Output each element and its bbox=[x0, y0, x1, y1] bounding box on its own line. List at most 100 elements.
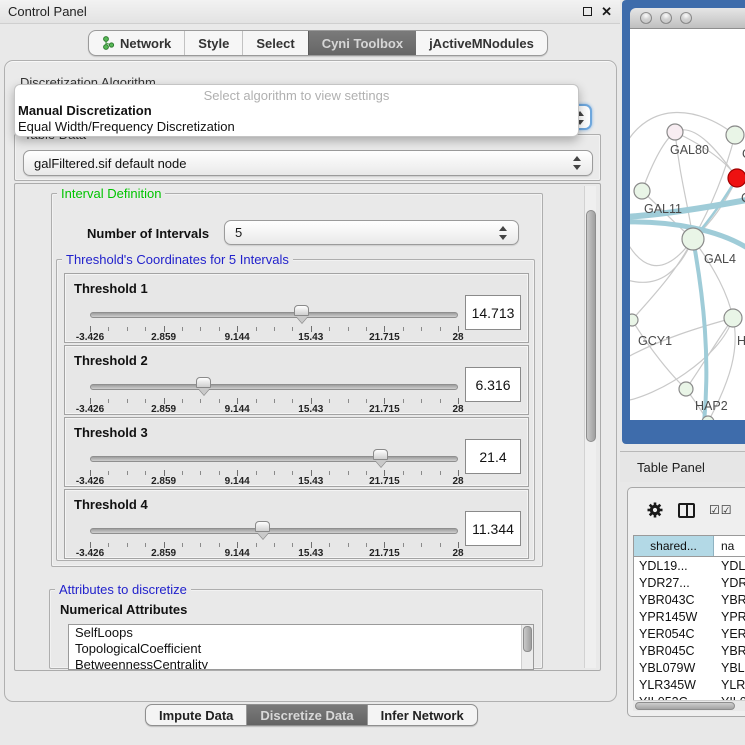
slider-tick bbox=[274, 471, 275, 475]
cell-shared-name[interactable]: YER054C bbox=[634, 625, 714, 642]
tab-cyni-toolbox[interactable]: Cyni Toolbox bbox=[308, 31, 416, 55]
algorithm-option[interactable]: Equal Width/Frequency Discretization bbox=[15, 119, 578, 135]
attribute-list-item[interactable]: BetweennessCentrality bbox=[69, 657, 533, 670]
tab-select[interactable]: Select bbox=[242, 31, 307, 55]
slider-tick bbox=[421, 399, 422, 403]
network-node[interactable] bbox=[634, 183, 650, 199]
zoom-traffic-light[interactable] bbox=[680, 12, 692, 24]
slider-tick bbox=[108, 399, 109, 403]
settings-scrollbar-thumb[interactable] bbox=[586, 210, 596, 442]
close-traffic-light[interactable] bbox=[640, 12, 652, 24]
network-edge[interactable] bbox=[642, 132, 675, 191]
slider-tick-label: 2.859 bbox=[151, 548, 176, 559]
tab-style[interactable]: Style bbox=[184, 31, 242, 55]
threshold-slider-track[interactable] bbox=[90, 456, 458, 462]
table-row[interactable]: YPR145WYPR1 bbox=[634, 608, 745, 625]
table-row[interactable]: YLR345WYLR3 bbox=[634, 676, 745, 693]
slider-tick bbox=[403, 327, 404, 331]
network-node-label: HAP2 bbox=[695, 399, 728, 413]
tab-jactivemnodules[interactable]: jActiveMNodules bbox=[416, 31, 547, 55]
cell-shared-name[interactable]: YLR345W bbox=[634, 676, 714, 693]
slider-tick bbox=[256, 399, 257, 403]
slider-tick-label: 15.43 bbox=[298, 332, 323, 343]
tab-network[interactable]: Network bbox=[89, 31, 184, 55]
minimize-traffic-light[interactable] bbox=[660, 12, 672, 24]
cell-shared-name[interactable]: YDR27... bbox=[634, 574, 714, 591]
cell-name[interactable]: YBR0 bbox=[714, 591, 745, 608]
slider-tick bbox=[366, 399, 367, 403]
gear-icon[interactable] bbox=[646, 501, 664, 519]
slider-tick bbox=[145, 471, 146, 475]
threshold-slider-track[interactable] bbox=[90, 312, 458, 318]
table-row[interactable]: YDL19...YDL1 bbox=[634, 557, 745, 574]
threshold-slider-handle[interactable] bbox=[196, 377, 211, 388]
control-panel: Control Panel ✕ Network Style Select Cyn… bbox=[0, 0, 620, 745]
checkbox-filter-icons[interactable]: ☑☑ bbox=[709, 503, 733, 517]
tab-discretize-data[interactable]: Discretize Data bbox=[246, 705, 366, 725]
slider-tick-label: 28 bbox=[452, 548, 463, 559]
columns-icon[interactable] bbox=[678, 503, 695, 518]
slider-tick bbox=[403, 399, 404, 403]
threshold-slider-track[interactable] bbox=[90, 384, 458, 390]
close-icon[interactable]: ✕ bbox=[601, 5, 612, 18]
top-tabbar: Network Style Select Cyni Toolbox jActiv… bbox=[88, 30, 548, 56]
table-row[interactable]: YBR043CYBR0 bbox=[634, 591, 745, 608]
algorithm-option[interactable]: Manual Discretization bbox=[15, 103, 578, 119]
table-hscrollbar-thumb[interactable] bbox=[635, 702, 735, 710]
slider-tick bbox=[200, 543, 201, 547]
control-panel-titlebar: Control Panel ✕ bbox=[0, 0, 620, 24]
network-node[interactable] bbox=[679, 382, 693, 396]
attribute-list-item[interactable]: SelfLoops bbox=[69, 625, 533, 641]
network-node[interactable] bbox=[724, 309, 742, 327]
network-node[interactable] bbox=[667, 124, 683, 140]
slider-tick bbox=[329, 543, 330, 547]
network-canvas[interactable]: GAL80GCGAL11GAL4GCY1HHAP2 bbox=[630, 29, 745, 420]
cell-name[interactable]: YDL1 bbox=[714, 557, 745, 574]
attributes-scrollbar-thumb[interactable] bbox=[523, 626, 532, 652]
table-row[interactable]: YBR045CYBR0 bbox=[634, 642, 745, 659]
slider-tick bbox=[108, 543, 109, 547]
cell-shared-name[interactable]: YPR145W bbox=[634, 608, 714, 625]
network-node[interactable] bbox=[728, 169, 745, 187]
float-window-icon[interactable] bbox=[583, 7, 592, 16]
thresholds-group: Threshold's Coordinates for 5 Intervals … bbox=[56, 259, 535, 561]
table-data-combobox[interactable]: galFiltered.sif default node bbox=[23, 150, 593, 176]
network-node[interactable] bbox=[682, 228, 704, 250]
column-header-shared-name[interactable]: shared... bbox=[634, 536, 714, 556]
threshold-value-field[interactable]: 11.344 bbox=[465, 511, 521, 546]
attribute-list-item[interactable]: TopologicalCoefficient bbox=[69, 641, 533, 657]
threshold-value-field[interactable]: 14.713 bbox=[465, 295, 521, 330]
cell-name[interactable]: YER0 bbox=[714, 625, 745, 642]
tab-impute-data[interactable]: Impute Data bbox=[146, 705, 246, 725]
table-hscrollbar bbox=[633, 700, 745, 711]
column-header-name[interactable]: na bbox=[714, 536, 745, 556]
network-node[interactable] bbox=[726, 126, 744, 144]
number-of-intervals-spinner[interactable]: 5 bbox=[224, 220, 519, 245]
threshold-slider-handle[interactable] bbox=[294, 305, 309, 316]
tab-label: Style bbox=[198, 36, 229, 51]
network-node[interactable] bbox=[630, 314, 638, 326]
cell-shared-name[interactable]: YBR045C bbox=[634, 642, 714, 659]
tab-infer-network[interactable]: Infer Network bbox=[367, 705, 477, 725]
table-row[interactable]: YDR27...YDR2 bbox=[634, 574, 745, 591]
slider-tick bbox=[182, 399, 183, 403]
cell-name[interactable]: YBR0 bbox=[714, 642, 745, 659]
tab-label: jActiveMNodules bbox=[429, 36, 534, 51]
threshold-slider-handle[interactable] bbox=[255, 521, 270, 532]
threshold-value-field[interactable]: 6.316 bbox=[465, 367, 521, 402]
slider-tick-label: 9.144 bbox=[225, 548, 250, 559]
cell-name[interactable]: YLR3 bbox=[714, 676, 745, 693]
cell-shared-name[interactable]: YBL079W bbox=[634, 659, 714, 676]
threshold-value-field[interactable]: 21.4 bbox=[465, 439, 521, 474]
threshold-slider-handle[interactable] bbox=[373, 449, 388, 460]
cell-name[interactable]: YBL0 bbox=[714, 659, 745, 676]
cell-name[interactable]: YDR2 bbox=[714, 574, 745, 591]
threshold-slider-track[interactable] bbox=[90, 528, 458, 534]
table-row[interactable]: YBL079WYBL0 bbox=[634, 659, 745, 676]
cell-name[interactable]: YPR1 bbox=[714, 608, 745, 625]
cell-shared-name[interactable]: YDL19... bbox=[634, 557, 714, 574]
network-edge[interactable] bbox=[632, 239, 693, 320]
tab-label: Cyni Toolbox bbox=[322, 36, 403, 51]
table-row[interactable]: YER054CYER0 bbox=[634, 625, 745, 642]
cell-shared-name[interactable]: YBR043C bbox=[634, 591, 714, 608]
